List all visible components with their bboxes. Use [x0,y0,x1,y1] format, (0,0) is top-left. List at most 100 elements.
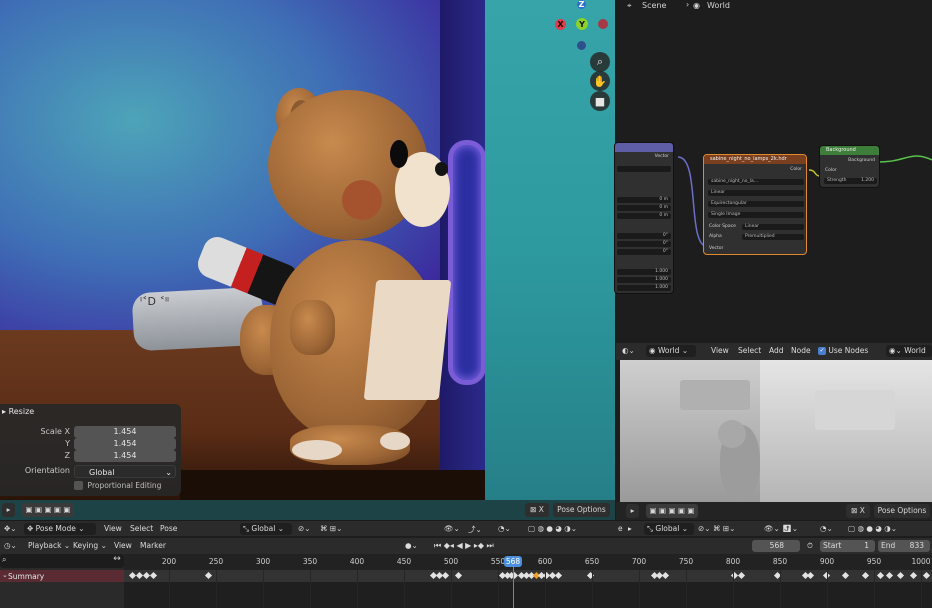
preview-box [680,380,750,410]
selection-mode-icons[interactable]: ▣ ▣ ▣ ▣ ▣ [22,503,74,517]
overlay-icon[interactable]: ◔⌄ [498,524,511,533]
menu-playback[interactable]: Playback ⌄ [28,541,70,550]
scale-x-field[interactable]: 1.454 [74,426,176,438]
range-arrow-icon[interactable]: ↔ [110,554,124,570]
end-frame-field[interactable]: End 833 [878,540,930,552]
mapping-scale-x[interactable]: 1.000 [617,269,671,275]
strength-field[interactable]: Strength 1.200 [824,178,877,184]
transform-orientation-dropdown-2[interactable]: ⤡ Global ⌄ [644,523,694,535]
menu-add[interactable]: Add [769,346,784,355]
clock-icon[interactable]: ⏱ [807,541,813,551]
background-node-title[interactable]: Background [820,146,879,155]
editor-type-icon[interactable]: ✥⌄ [4,524,17,533]
mode-dropdown[interactable]: ✥ Pose Mode ⌄ [24,523,96,535]
camera-icon[interactable]: ■ [590,91,610,111]
transform-orientation-dropdown[interactable]: ⤡ Global ⌄ [240,523,292,535]
color-space-select[interactable]: Linear [742,224,804,230]
visibility-icon[interactable]: 👁⌄ ⤴⌄ [764,524,798,533]
timeline-search-input[interactable]: ⌕ [0,554,124,568]
shading-modes-icons[interactable]: ▢ ◍ ● ◕ ◑⌄ [848,524,897,533]
gizmo-x-label: X [557,20,564,29]
pivot-icon[interactable]: ⊘⌄ [298,524,311,533]
gizmo-x-axis[interactable]: X [555,19,566,30]
bear-patch [363,280,452,400]
mapping-rotation-y[interactable]: 0° [617,241,671,247]
gizmo-z-axis[interactable]: Z [577,0,586,9]
mapping-rotation-z[interactable]: 0° [617,249,671,255]
texture-image-selector[interactable]: sabine_night_no_la... [708,179,804,185]
breadcrumb-scene[interactable]: Scene [642,1,666,10]
gizmo-toggle-icon[interactable]: ⤴⌄ [468,524,482,535]
editor-type-icon[interactable]: ◐⌄ [622,346,635,355]
timeline-editor-icon[interactable]: ◷⌄ [4,541,17,550]
gizmo-neg-x[interactable] [598,19,608,29]
background-output: Background [848,158,875,163]
mapping-location-x[interactable]: 0 m [617,197,671,203]
texture-node-title[interactable]: sabine_night_no_lamps_2k.hdr [704,155,806,164]
select-tool-icon[interactable]: ▸ [626,504,639,518]
mapping-scale-y[interactable]: 1.000 [617,277,671,283]
mapping-location-z[interactable]: 0 m [617,213,671,219]
record-icon[interactable]: ●⌄ [405,541,418,550]
preview-viewport[interactable] [620,360,932,502]
mapping-location-y[interactable]: 0 m [617,205,671,211]
pivot-icon[interactable]: ⊘⌄ ⌘ ⊞⌄ [698,524,735,533]
projection-select[interactable]: Equirectangular [708,201,804,207]
scale-y-field[interactable]: 1.454 [74,438,176,450]
ruler-tick-label: 950 [866,557,882,566]
mapping-dropdown[interactable] [617,166,671,172]
world-selector[interactable]: ◉⌄ World [886,345,932,357]
resize-panel-title[interactable]: ▸ Resize [2,407,34,416]
bear-foot-pad [292,440,342,460]
menu-view[interactable]: View [114,541,132,550]
shading-modes-icons[interactable]: ▢ ◍ ● ◕ ◑⌄ [528,524,577,533]
menu-view[interactable]: View [711,346,729,355]
zoom-icon[interactable]: ⌕ [590,52,610,72]
menu-node[interactable]: Node [791,346,811,355]
timeline-ruler[interactable]: 200 250 300 350 400 450 500 550 600 650 700 750 800 8… [0,554,932,570]
proportional-editing-checkbox[interactable] [74,481,83,490]
3d-viewport[interactable]: ᴵ˂D ˂ᴵᴵ Z X Y ⌕ ✋ ■ ▸ Resize Scale X 1.4… [0,0,615,520]
node-editor[interactable]: Vector 0 m 0 m 0 m 0° 0° 0° 1.000 1.000 … [614,0,932,343]
orientation-select[interactable]: Global ⌄ [74,465,176,478]
summary-channel[interactable]: ⌄ Summary [0,570,124,582]
menu-pose[interactable]: Pose [160,524,177,533]
select-tool-icon[interactable]: ▸ [628,524,632,533]
interpolation-select[interactable]: Linear [708,190,804,196]
xray-toggle-icon[interactable]: ⊠ X [525,503,549,517]
gizmo-neg-z[interactable] [577,41,586,50]
mapping-node[interactable]: Vector 0 m 0 m 0 m 0° 0° 0° 1.000 1.000 … [614,142,674,294]
environment-texture-node[interactable]: sabine_night_no_lamps_2k.hdr Color sabin… [703,154,807,255]
timeline-gridline [545,570,546,608]
menu-select[interactable]: Select [130,524,153,533]
source-select[interactable]: Single Image [708,212,804,218]
gizmo-y-axis[interactable]: Y [576,18,588,30]
pose-options-dropdown[interactable]: Pose Options ⌄ [553,503,610,520]
selection-mode-icons[interactable]: ▣ ▣ ▣ ▣ ▣ [646,504,698,518]
menu-marker[interactable]: Marker [140,541,166,550]
menu-view[interactable]: View [104,524,122,533]
pose-options-dropdown[interactable]: Pose Options ⌄ [874,504,930,529]
playhead-frame-badge[interactable]: 568 [504,556,522,567]
start-frame-field[interactable]: Start 1 [820,540,875,552]
background-node[interactable]: Background Background Color Strength 1.2… [819,145,880,188]
world-type-dropdown[interactable]: ◉ World ⌄ [646,345,696,357]
current-frame-field[interactable]: 568 [752,540,800,552]
mapping-rotation-x[interactable]: 0° [617,233,671,239]
use-nodes-toggle[interactable]: ✓ Use Nodes [818,346,868,355]
alpha-select[interactable]: Premultiplied [742,234,804,240]
ruler-tick-label: 800 [725,557,741,566]
breadcrumb-world[interactable]: World [707,1,730,10]
mapping-scale-z[interactable]: 1.000 [617,285,671,291]
select-tool-icon[interactable]: ▸ [2,503,15,517]
scale-z-field[interactable]: 1.454 [74,450,176,462]
xray-toggle-icon[interactable]: ⊠ X [846,504,870,518]
menu-keying[interactable]: Keying ⌄ [73,541,107,550]
playback-controls[interactable]: ⏮ ◆◂ ◀ ▶ ▸◆ ⏭ [434,541,494,551]
visibility-icon[interactable]: 👁⌄ [444,524,460,533]
snap-icon[interactable]: ⌘ ⊞⌄ [320,524,342,533]
menu-select[interactable]: Select [738,346,761,355]
pan-hand-icon[interactable]: ✋ [590,71,610,91]
resize-operator-panel[interactable]: ▸ Resize Scale X 1.454 Y 1.454 Z 1.454 O… [0,404,181,496]
overlay-icon[interactable]: ◔⌄ [820,524,833,533]
